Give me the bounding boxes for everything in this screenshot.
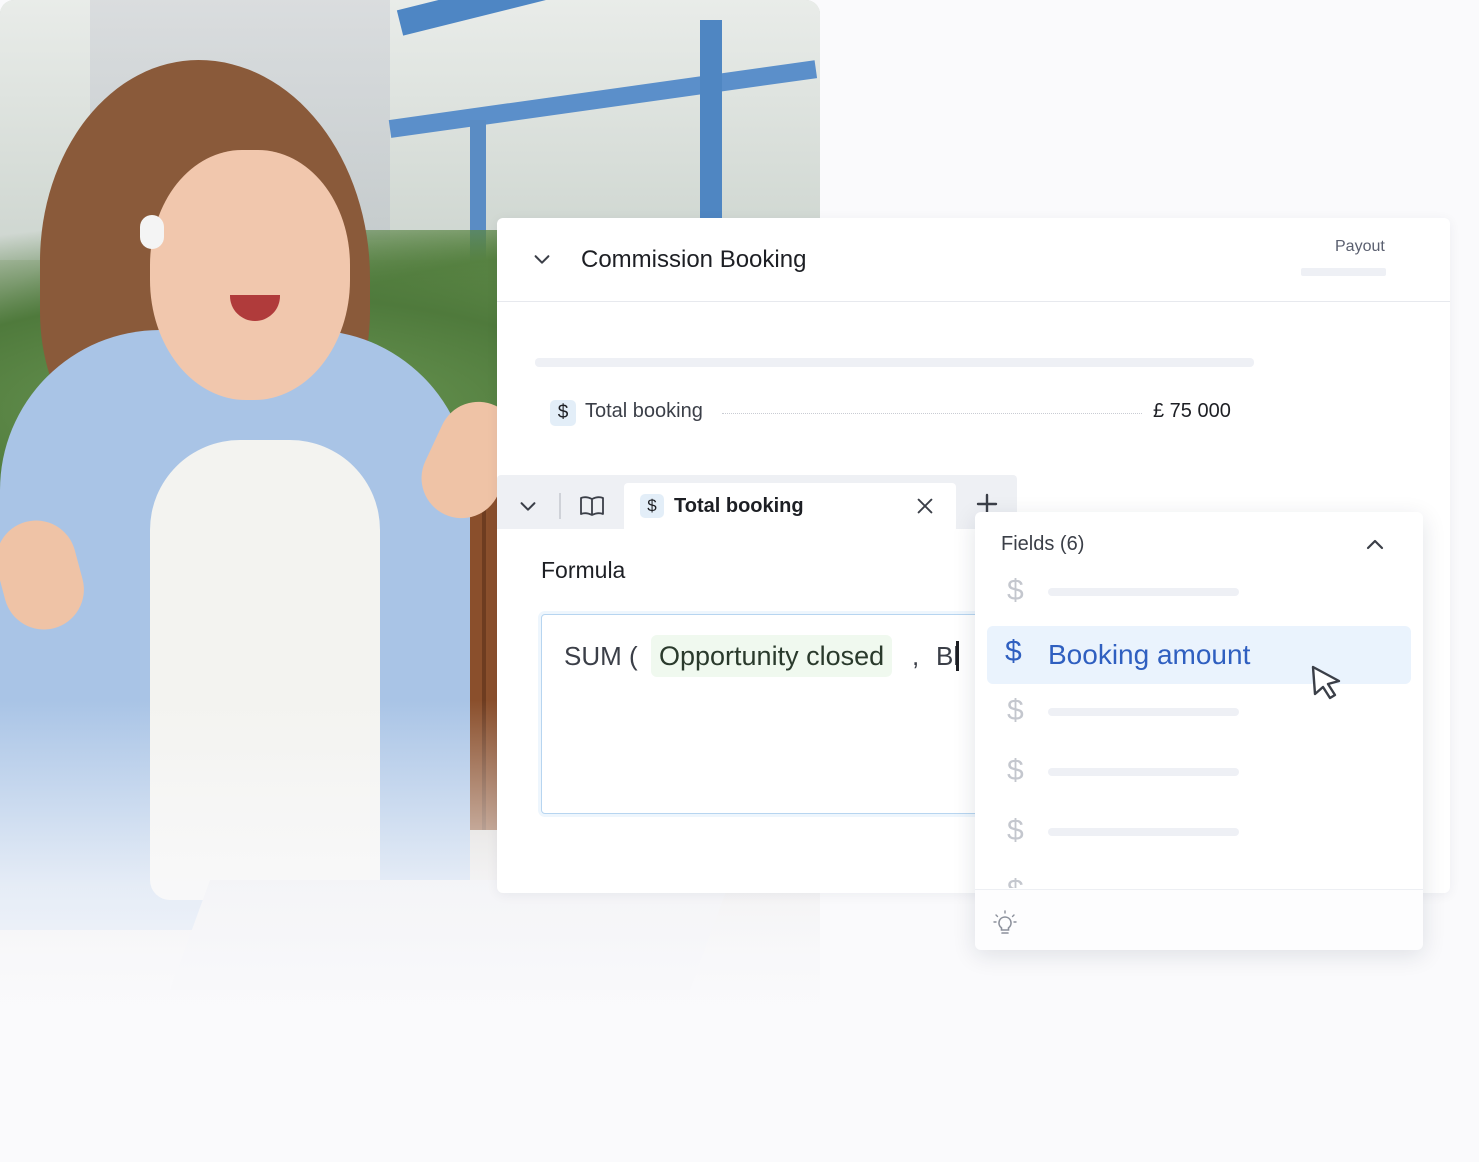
- formula-label: Formula: [541, 557, 626, 583]
- dollar-icon: $: [1007, 574, 1024, 607]
- divider: [559, 493, 561, 519]
- placeholder-line: [535, 358, 1254, 367]
- summary-label: Total booking: [585, 400, 703, 422]
- field-placeholder: [1048, 768, 1239, 776]
- page-title: Commission Booking: [581, 246, 807, 273]
- book-icon[interactable]: [579, 495, 605, 517]
- dropdown-footer: [975, 889, 1423, 950]
- tab-total-booking[interactable]: $ Total booking: [624, 483, 956, 529]
- formula-field-chip[interactable]: Opportunity closed: [651, 635, 893, 677]
- field-name: Booking amount: [1048, 639, 1251, 670]
- tab-payout[interactable]: Payout: [1335, 238, 1385, 256]
- formula-separator: ,: [912, 641, 920, 671]
- field-item[interactable]: $: [987, 686, 1411, 744]
- payout-placeholder-bar: [1301, 268, 1386, 276]
- card-header: Commission Booking Payout: [497, 218, 1450, 302]
- formula-function: SUM (: [564, 641, 638, 671]
- summary-row: $ Total booking £ 75 000: [550, 400, 1240, 430]
- dollar-icon: $: [1007, 814, 1024, 847]
- text-caret: [956, 641, 959, 671]
- dollar-icon: $: [1007, 694, 1024, 727]
- dollar-icon: $: [1005, 635, 1022, 668]
- field-item[interactable]: $: [987, 566, 1411, 624]
- dollar-icon: $: [1007, 754, 1024, 787]
- field-item-booking-amount[interactable]: $ Booking amount: [987, 626, 1411, 684]
- field-placeholder: [1048, 828, 1239, 836]
- chevron-down-icon[interactable]: [517, 495, 539, 517]
- dollar-icon: $: [640, 494, 664, 518]
- formula-editor[interactable]: SUM ( Opportunity closed , Bl: [541, 614, 1003, 814]
- tab-label: Total booking: [674, 495, 804, 517]
- close-icon[interactable]: [914, 495, 936, 517]
- field-item[interactable]: $: [987, 806, 1411, 864]
- dropdown-title: Fields (6): [1001, 533, 1085, 555]
- leader-dots: [722, 413, 1142, 414]
- summary-value: £ 75 000: [1153, 400, 1231, 422]
- lightbulb-icon[interactable]: [993, 910, 1017, 936]
- formula-tabbar: $ Total booking: [497, 475, 1017, 529]
- mouse-cursor-icon: [1311, 665, 1341, 700]
- field-placeholder: [1048, 708, 1239, 716]
- chevron-down-icon[interactable]: [531, 248, 553, 270]
- field-placeholder: [1048, 588, 1239, 596]
- dollar-icon: $: [550, 400, 576, 426]
- field-item[interactable]: $: [987, 746, 1411, 804]
- fields-dropdown: Fields (6) $ $ Booking amount $ $ $ $: [975, 512, 1423, 950]
- chevron-up-icon[interactable]: [1363, 533, 1387, 557]
- dollar-icon: $: [1007, 876, 1027, 888]
